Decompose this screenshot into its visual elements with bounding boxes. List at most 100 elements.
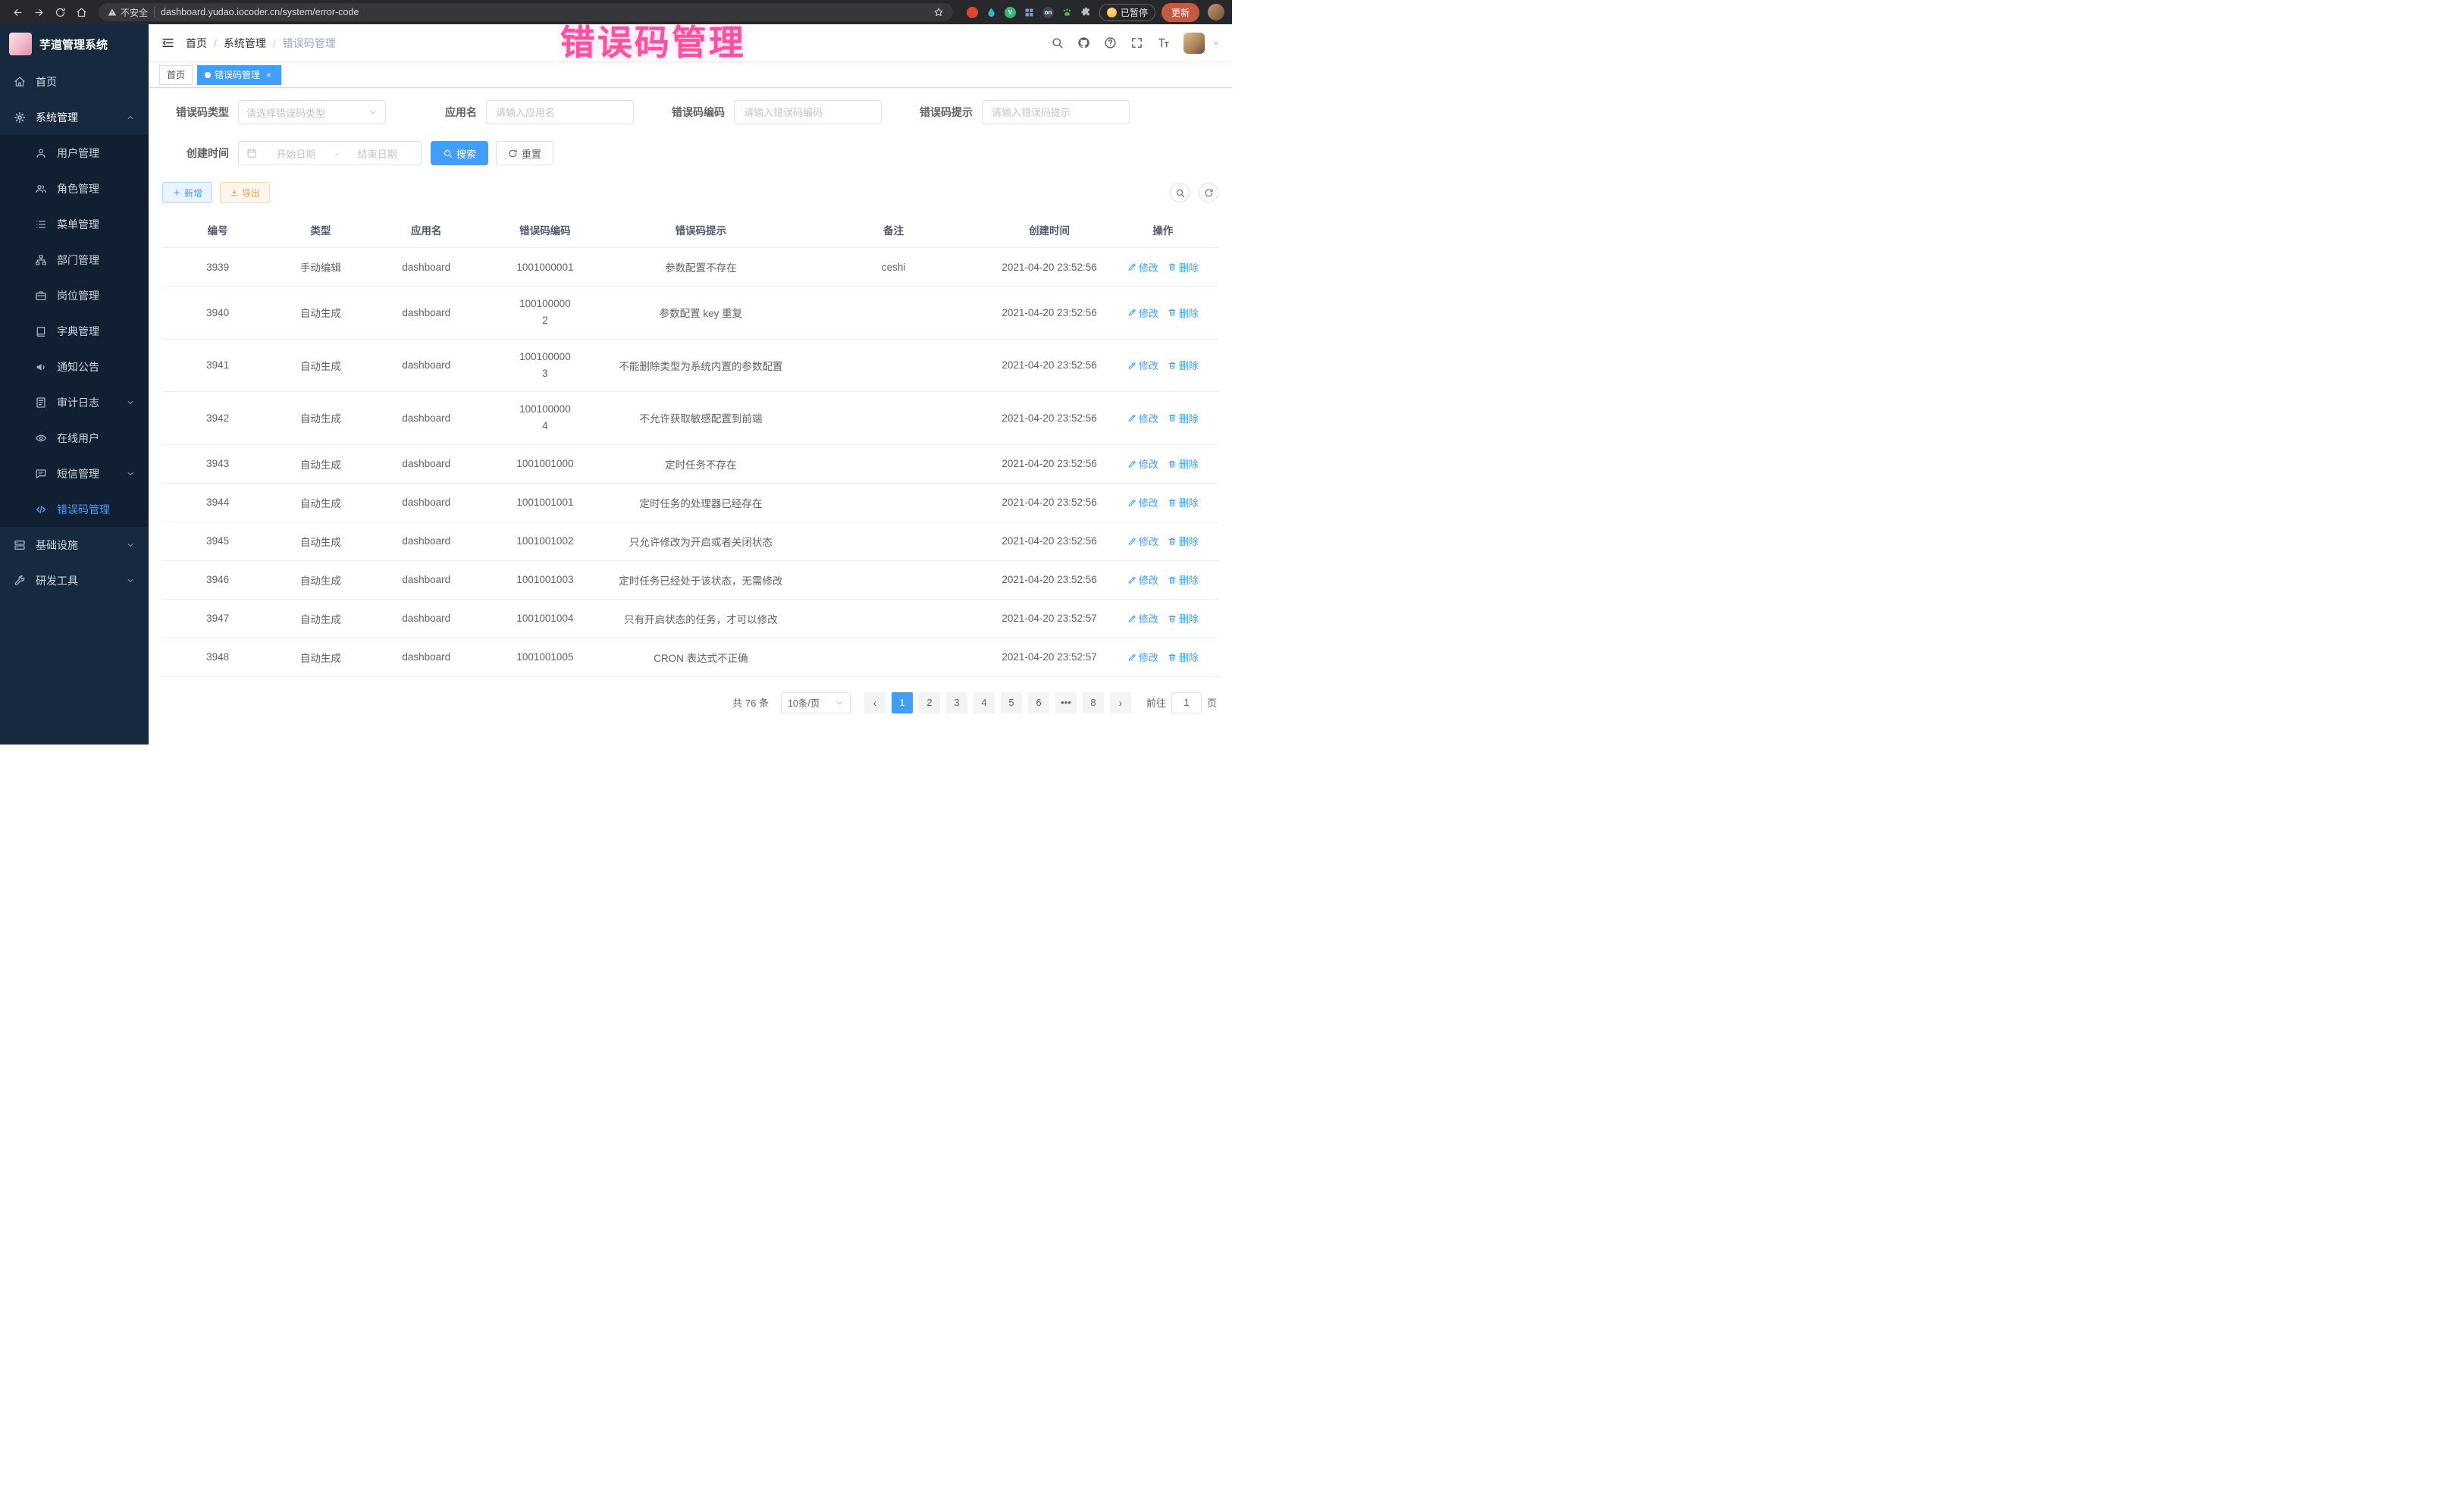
sidebar-item-sms[interactable]: 短信管理 (0, 456, 149, 491)
delete-link[interactable]: 删除 (1168, 358, 1199, 372)
prev-page-button[interactable]: ‹ (864, 692, 886, 713)
sidebar-item-online-user[interactable]: 在线用户 (0, 420, 149, 456)
breadcrumb-item[interactable]: 首页 (186, 36, 207, 51)
error-code-input[interactable] (734, 100, 882, 124)
column-header: 类型 (273, 212, 368, 248)
edit-link[interactable]: 修改 (1127, 611, 1158, 625)
export-button[interactable]: 导出 (220, 182, 270, 203)
help-icon[interactable] (1104, 36, 1117, 49)
edit-link[interactable]: 修改 (1127, 456, 1158, 471)
user-avatar[interactable] (1183, 33, 1205, 54)
refresh-table-button[interactable] (1199, 183, 1218, 202)
browser-back-button[interactable] (8, 2, 27, 22)
sidebar-item-dev-tools[interactable]: 研发工具 (0, 563, 149, 598)
breadcrumb-item[interactable]: 系统管理 (224, 36, 266, 51)
sidebar-item-error-code[interactable]: 错误码管理 (0, 491, 149, 527)
edit-link[interactable]: 修改 (1127, 260, 1158, 274)
add-button[interactable]: 新增 (162, 182, 212, 203)
paused-badge[interactable]: 已暂停 (1099, 4, 1155, 21)
cell-error-code: 1001000003 (484, 339, 606, 392)
tab-label: 首页 (167, 68, 185, 81)
goto-page-input[interactable] (1171, 692, 1202, 713)
cell-app-name: dashboard (368, 638, 484, 676)
delete-link[interactable]: 删除 (1168, 495, 1199, 509)
delete-link[interactable]: 删除 (1168, 456, 1199, 471)
delete-link[interactable]: 删除 (1168, 650, 1199, 664)
search-button[interactable]: 搜索 (431, 141, 488, 165)
extension-green-paw-icon[interactable] (1061, 7, 1073, 18)
extension-vue-devtools-icon[interactable]: V (1005, 7, 1016, 18)
avatar-caret-down-icon[interactable] (1212, 39, 1220, 47)
browser-forward-button[interactable] (29, 2, 49, 22)
browser-profile-avatar[interactable] (1208, 4, 1224, 20)
sidebar-item-role[interactable]: 角色管理 (0, 171, 149, 206)
search-icon[interactable] (1051, 36, 1064, 49)
cell-actions: 修改删除 (1108, 638, 1218, 676)
address-bar[interactable]: 不安全 dashboard.yudao.iocoder.cn/system/er… (99, 3, 953, 21)
app-name-input[interactable] (486, 100, 634, 124)
edit-link[interactable]: 修改 (1127, 358, 1158, 372)
edit-link[interactable]: 修改 (1127, 650, 1158, 664)
pager-page-1[interactable]: 1 (892, 692, 913, 713)
sidebar-item-dict[interactable]: 字典管理 (0, 313, 149, 349)
sidebar-item-menu[interactable]: 菜单管理 (0, 206, 149, 242)
error-hint-input[interactable] (982, 100, 1130, 124)
error-type-select[interactable]: 请选择错误码类型 (238, 100, 386, 124)
cell-create-time: 2021-04-20 23:52:56 (991, 560, 1107, 599)
trash-icon (1168, 614, 1177, 623)
browser-update-button[interactable]: 更新 (1161, 3, 1199, 22)
sidebar-item-dept[interactable]: 部门管理 (0, 242, 149, 277)
sidebar-item-infra[interactable]: 基础设施 (0, 527, 149, 563)
page-size-select[interactable]: 10条/页 (781, 692, 851, 713)
tab-close-icon[interactable]: × (264, 70, 274, 80)
extension-red-circle-icon[interactable] (967, 7, 978, 18)
extension-blue-grid-icon[interactable] (1024, 7, 1035, 18)
cell-error-hint: CRON 表达式不正确 (606, 638, 796, 676)
sidebar-item-user[interactable]: 用户管理 (0, 135, 149, 171)
chevron-up-icon (126, 113, 135, 122)
breadcrumb-separator: / (273, 37, 276, 49)
browser-reload-button[interactable] (50, 2, 70, 22)
delete-link[interactable]: 删除 (1168, 534, 1199, 548)
date-range-picker[interactable]: 开始日期 - 结束日期 (238, 141, 422, 165)
browser-home-button[interactable] (71, 2, 91, 22)
tab-error-code[interactable]: 错误码管理× (197, 65, 281, 85)
delete-link[interactable]: 删除 (1168, 306, 1199, 320)
extensions-puzzle-icon[interactable] (1080, 7, 1092, 18)
pager-page-5[interactable]: 5 (1001, 692, 1022, 713)
pager-page-8[interactable]: 8 (1083, 692, 1104, 713)
tab-home[interactable]: 首页 (159, 65, 193, 85)
bookmark-star-icon[interactable] (933, 7, 944, 17)
extension-dark-badge-icon[interactable]: on (1042, 7, 1054, 18)
edit-link[interactable]: 修改 (1127, 411, 1158, 425)
security-status[interactable]: 不安全 (108, 6, 148, 19)
extension-teal-drop-icon[interactable] (986, 7, 997, 18)
github-icon[interactable] (1077, 36, 1090, 49)
fullscreen-icon[interactable] (1130, 36, 1143, 49)
reset-button[interactable]: 重置 (496, 141, 553, 165)
sidebar-item-system[interactable]: 系统管理 (0, 99, 149, 135)
next-page-button[interactable]: › (1110, 692, 1131, 713)
edit-link[interactable]: 修改 (1127, 572, 1158, 587)
sidebar-item-audit-log[interactable]: 审计日志 (0, 384, 149, 420)
pager-more-button[interactable]: ••• (1055, 692, 1077, 713)
table-row: 3939手动编辑dashboard1001000001参数配置不存在ceshi2… (162, 248, 1218, 287)
toggle-search-button[interactable] (1170, 183, 1190, 202)
pager-page-3[interactable]: 3 (946, 692, 967, 713)
sidebar-item-notice[interactable]: 通知公告 (0, 349, 149, 384)
edit-icon (1127, 459, 1136, 469)
delete-link[interactable]: 删除 (1168, 411, 1199, 425)
pager-page-6[interactable]: 6 (1028, 692, 1049, 713)
delete-link[interactable]: 删除 (1168, 611, 1199, 625)
delete-link[interactable]: 删除 (1168, 572, 1199, 587)
hamburger-icon[interactable] (161, 36, 175, 50)
pager-page-2[interactable]: 2 (919, 692, 940, 713)
font-size-icon[interactable] (1157, 36, 1170, 49)
pager-page-4[interactable]: 4 (973, 692, 995, 713)
sidebar-item-post[interactable]: 岗位管理 (0, 277, 149, 313)
edit-link[interactable]: 修改 (1127, 306, 1158, 320)
sidebar-item-home[interactable]: 首页 (0, 64, 149, 99)
edit-link[interactable]: 修改 (1127, 534, 1158, 548)
edit-link[interactable]: 修改 (1127, 495, 1158, 509)
delete-link[interactable]: 删除 (1168, 260, 1199, 274)
